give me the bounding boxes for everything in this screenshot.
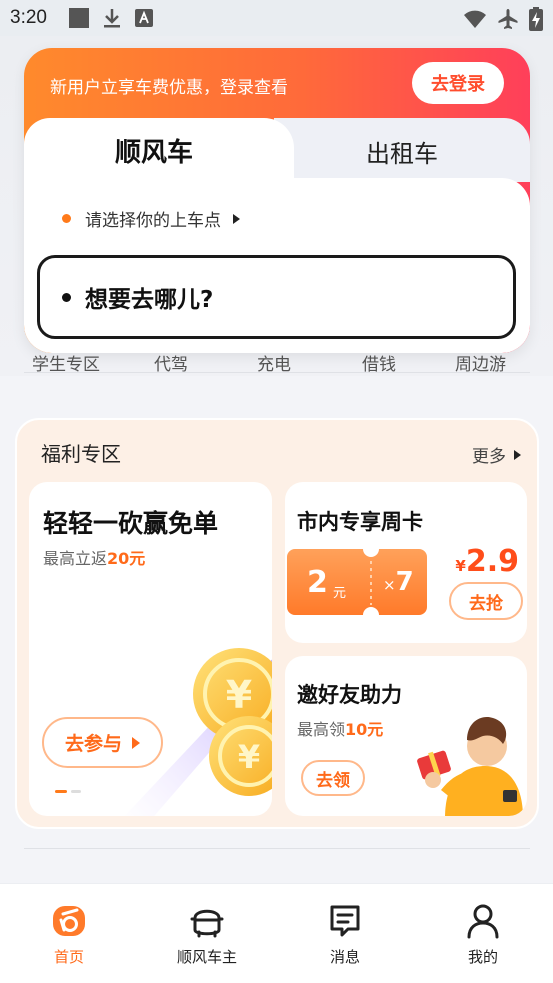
- join-button[interactable]: 去参与: [42, 717, 163, 768]
- weekly-pass-title: 市内专享周卡: [297, 510, 423, 534]
- bargain-title: 轻轻一砍赢免单: [43, 509, 219, 538]
- nav-home[interactable]: 首页: [0, 884, 138, 983]
- download-icon: [102, 7, 122, 33]
- nav-label: 首页: [53, 948, 84, 966]
- indicator-active: [55, 790, 67, 793]
- login-button[interactable]: 去登录: [412, 62, 504, 104]
- invite-title: 邀好友助力: [297, 683, 402, 707]
- service-item[interactable]: 周边游: [455, 352, 506, 374]
- nav-label: 我的: [467, 948, 498, 966]
- nav-messages[interactable]: 消息: [276, 884, 414, 983]
- more-link[interactable]: 更多: [472, 442, 521, 467]
- notification-icons: [68, 7, 154, 33]
- destination-dot-icon: [62, 292, 71, 302]
- coupon-unit: 元: [333, 586, 347, 601]
- nav-label: 顺风车主: [176, 948, 237, 966]
- price: ¥2.9: [455, 544, 519, 579]
- bottom-nav: 首页 顺风车主 消息 我的: [0, 883, 553, 983]
- nav-profile[interactable]: 我的: [414, 884, 552, 983]
- tab-taxi[interactable]: 出租车: [274, 134, 530, 169]
- section-title: 福利专区: [41, 442, 121, 466]
- system-icons: [463, 7, 543, 35]
- indicator-inactive: [71, 790, 81, 793]
- person-with-gift-icon: [417, 716, 523, 816]
- divider: [24, 372, 530, 373]
- profile-icon: [467, 904, 499, 939]
- destination-placeholder: 想要去哪儿?: [85, 287, 214, 313]
- bargain-card[interactable]: 轻轻一砍赢免单 最高立返20元 ¥ ¥ 去参与: [29, 482, 272, 816]
- service-item[interactable]: 学生专区: [32, 352, 100, 374]
- pickup-selector[interactable]: 请选择你的上车点: [62, 206, 240, 231]
- nav-driver[interactable]: 顺风车主: [138, 884, 276, 983]
- more-label: 更多: [472, 447, 506, 467]
- font-a-icon: [134, 8, 154, 32]
- pickup-label: 请选择你的上车点: [85, 211, 221, 231]
- grab-button[interactable]: 去抢: [449, 582, 523, 620]
- chevron-right-icon: [233, 213, 240, 224]
- invite-subtitle: 最高领10元: [297, 720, 384, 739]
- bargain-subtitle: 最高立返20元: [43, 549, 146, 568]
- invite-friends-card[interactable]: 邀好友助力 最高领10元 去领: [285, 656, 527, 816]
- service-item[interactable]: 代驾: [154, 352, 188, 374]
- chevron-right-icon: [514, 449, 521, 460]
- tab-hitch-ride[interactable]: 顺风车: [24, 132, 284, 169]
- square-icon: [68, 7, 90, 33]
- nav-label: 消息: [329, 948, 360, 966]
- car-icon: [190, 909, 224, 938]
- claim-button[interactable]: 去领: [301, 760, 365, 796]
- destination-input[interactable]: 想要去哪儿?: [37, 255, 516, 339]
- status-time: 3:20: [10, 7, 47, 28]
- promo-text: 新用户立享车费优惠，登录查看: [50, 78, 288, 98]
- service-item[interactable]: 充电: [257, 352, 291, 374]
- home-icon: [53, 906, 85, 936]
- welfare-section: 福利专区 更多 轻轻一砍赢免单 最高立返20元 ¥ ¥ 去参与 市内专享周卡 2…: [15, 418, 539, 829]
- divider: [24, 848, 530, 849]
- airplane-icon: [497, 8, 519, 34]
- pickup-dot-icon: [62, 214, 71, 223]
- wifi-icon: [463, 9, 487, 33]
- coupon-times: ×7: [383, 567, 414, 597]
- service-item[interactable]: 借钱: [362, 352, 396, 374]
- battery-charging-icon: [529, 7, 543, 35]
- message-icon: [330, 905, 360, 937]
- svg-text:¥: ¥: [226, 673, 252, 717]
- svg-text:¥: ¥: [238, 738, 260, 776]
- status-bar: 3:20: [0, 0, 553, 36]
- weekly-pass-card[interactable]: 市内专享周卡 2 元 ×7 ¥2.9 去抢: [285, 482, 527, 643]
- carousel-indicator: [55, 790, 81, 793]
- coupon-ticket: 2 元 ×7: [287, 549, 427, 615]
- play-arrow-icon: [132, 736, 140, 749]
- service-row: 学生专区 代驾 充电 借钱 周边游: [0, 352, 553, 374]
- coupon-amount: 2: [307, 565, 328, 600]
